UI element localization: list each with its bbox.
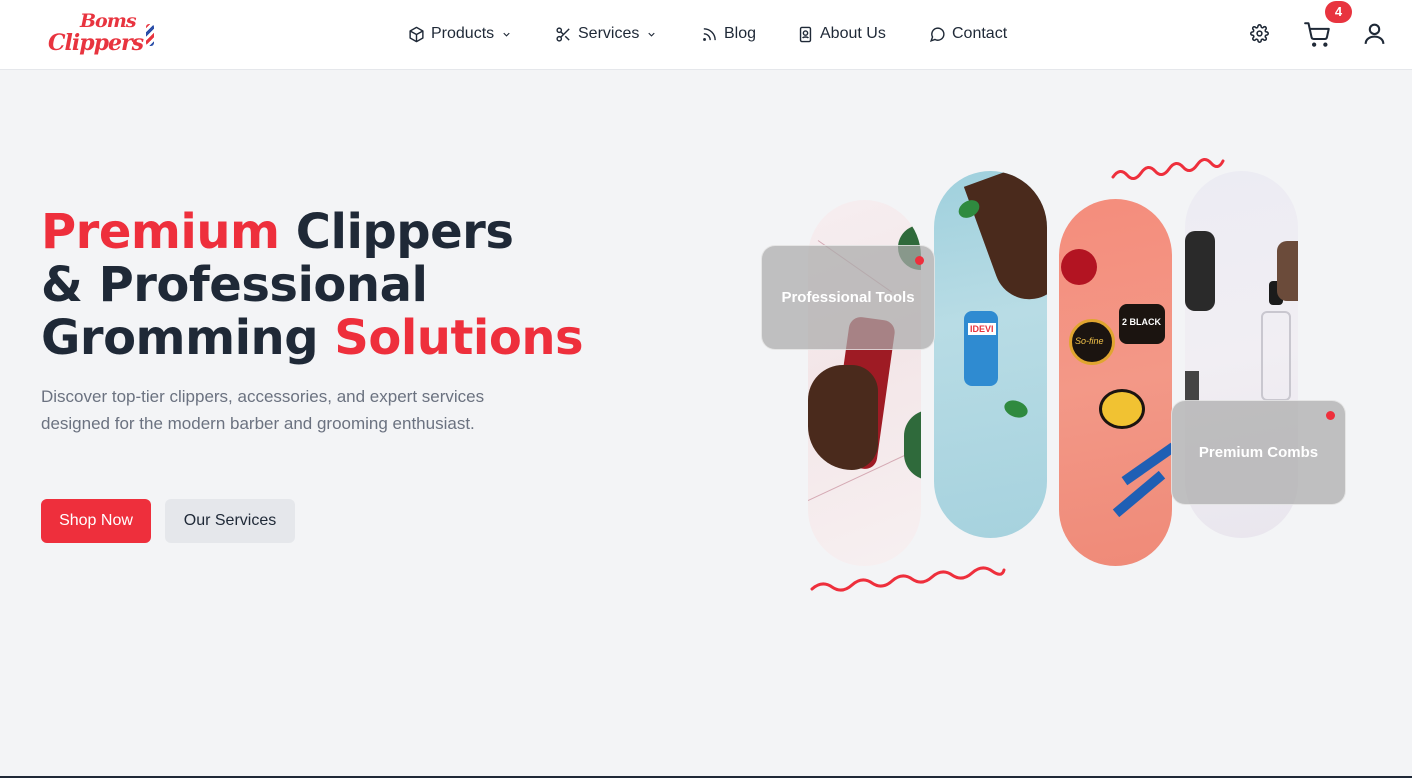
decorative-squiggle-bottom bbox=[810, 566, 1006, 592]
card-premium-combs: Premium Combs bbox=[1171, 400, 1346, 505]
nav-products-label: Products bbox=[431, 25, 495, 42]
nav-services-label: Services bbox=[578, 25, 640, 42]
brand-logo[interactable]: Boms Clippers bbox=[46, 10, 158, 60]
shopping-cart-icon[interactable] bbox=[1304, 21, 1331, 48]
our-services-button[interactable]: Our Services bbox=[165, 499, 295, 543]
box-icon bbox=[409, 26, 424, 42]
product-label-2black: 2 BLACK bbox=[1122, 317, 1162, 327]
nav-contact[interactable]: Contact bbox=[929, 22, 1007, 46]
rss-icon bbox=[703, 27, 716, 41]
barber-pole-icon bbox=[146, 24, 154, 46]
product-label-idevi: IDEVI bbox=[968, 323, 996, 335]
user-account-icon[interactable] bbox=[1362, 21, 1387, 46]
card-premium-combs-label: Premium Combs bbox=[1198, 444, 1319, 461]
scissors-icon bbox=[556, 26, 570, 42]
hero-title-gromming: Gromming bbox=[41, 310, 335, 366]
nav-services[interactable]: Services bbox=[555, 22, 657, 46]
chevron-down-icon bbox=[503, 32, 510, 37]
chat-bubble-icon bbox=[929, 26, 945, 42]
image-spray-bottle: IDEVI bbox=[934, 171, 1047, 538]
card-professional-tools-label: Professional Tools bbox=[781, 289, 915, 306]
indicator-dot bbox=[1326, 411, 1335, 420]
shop-now-button[interactable]: Shop Now bbox=[41, 499, 151, 543]
settings-gear-icon[interactable] bbox=[1250, 24, 1269, 43]
nav-contact-label: Contact bbox=[952, 25, 1008, 42]
product-label-sofine: So-fine bbox=[1075, 336, 1104, 346]
nav-products[interactable]: Products bbox=[408, 22, 512, 46]
hero-description: Discover top-tier clippers, accessories,… bbox=[41, 387, 485, 433]
decorative-squiggle-top bbox=[1111, 158, 1225, 180]
hero-title: Premium Clippers & Professional Gromming… bbox=[41, 206, 681, 365]
cart-count-badge: 4 bbox=[1325, 1, 1352, 23]
brand-name-line1: Boms bbox=[80, 10, 137, 32]
brand-name-line2: Clippers bbox=[48, 30, 144, 56]
hero-title-professional: & Professional bbox=[41, 257, 428, 313]
hero-title-solutions: Solutions bbox=[334, 310, 584, 366]
nav-blog[interactable]: Blog bbox=[701, 22, 756, 46]
nav-blog-label: Blog bbox=[724, 25, 757, 42]
contact-book-icon bbox=[799, 26, 812, 42]
nav-about-label: About Us bbox=[820, 25, 886, 42]
hero-title-premium: Premium bbox=[41, 204, 280, 260]
hero-title-clippers: Clippers bbox=[279, 204, 514, 260]
nav-about[interactable]: About Us bbox=[797, 22, 886, 46]
site-header: Boms Clippers Products Services Blog Abo… bbox=[0, 0, 1412, 70]
indicator-dot bbox=[915, 256, 924, 265]
chevron-down-icon bbox=[648, 32, 656, 37]
card-professional-tools: Professional Tools bbox=[761, 245, 935, 350]
image-grooming-products: So-fine 2 BLACK bbox=[1059, 199, 1172, 566]
